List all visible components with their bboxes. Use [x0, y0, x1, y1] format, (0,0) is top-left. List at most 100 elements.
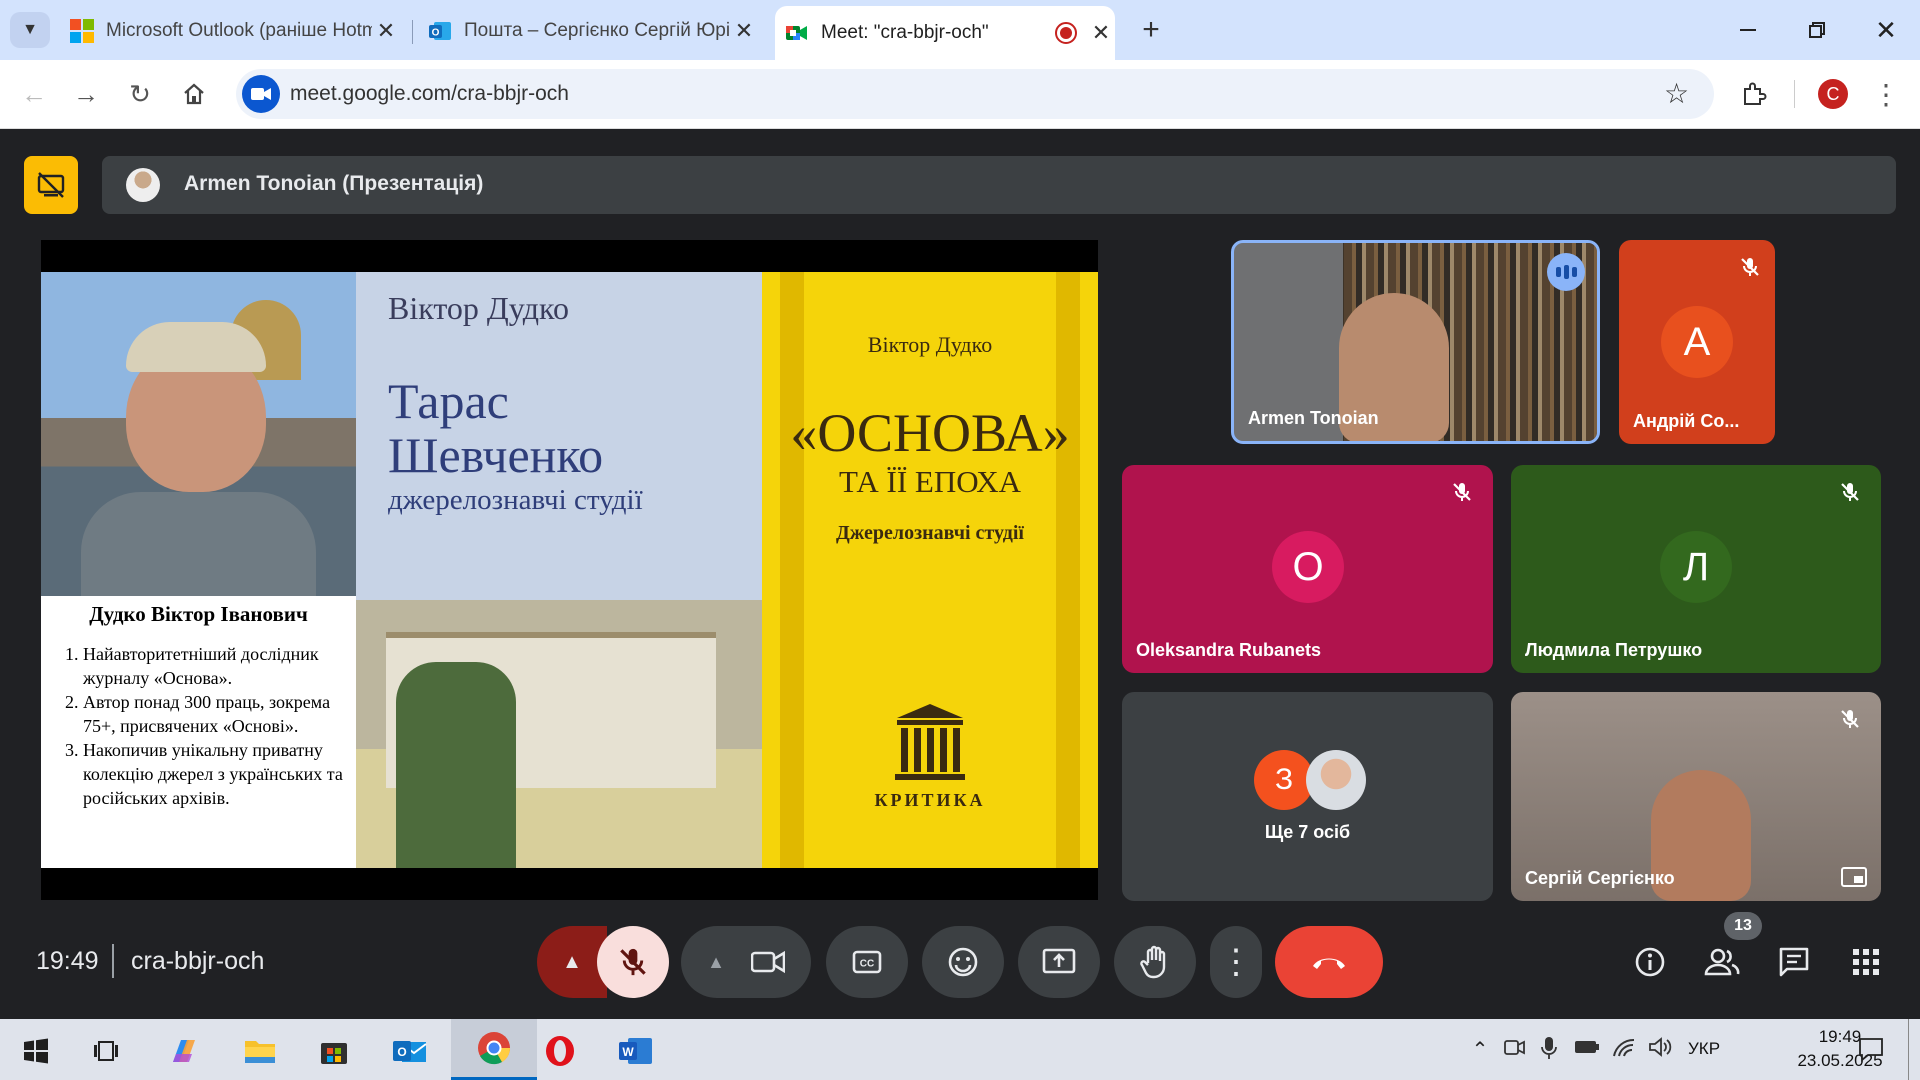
battery-icon[interactable]	[1574, 1039, 1600, 1059]
mic-toggle-button[interactable]	[597, 926, 669, 998]
reload-icon: ↻	[129, 78, 151, 109]
outlook-taskbar-button[interactable]: O	[388, 1029, 432, 1073]
outlook-icon: O	[428, 19, 452, 43]
tab-title: Пошта – Сергієнко Сергій Юрійович	[464, 20, 730, 41]
video-options-button[interactable]: ▲	[681, 926, 811, 998]
svg-text:O: O	[397, 1045, 406, 1059]
chevron-down-icon: ▼	[22, 21, 38, 38]
outlook-icon: O	[393, 1041, 427, 1062]
microphone-tray-icon[interactable]	[1540, 1036, 1562, 1062]
hang-up-icon	[1313, 958, 1345, 969]
meeting-time: 19:49	[36, 947, 99, 975]
opera-button[interactable]	[538, 1029, 582, 1073]
minimize-button[interactable]	[1728, 12, 1768, 48]
bio-panel: Дудко Віктор Іванович Найавторитетніший …	[41, 596, 356, 868]
tab-meet[interactable]: Meet: "cra-bbjr-och" ✕	[775, 6, 1115, 60]
meet-tray-icon[interactable]	[1504, 1037, 1528, 1061]
volume-icon[interactable]	[1648, 1036, 1674, 1062]
captions-button[interactable]: CC	[826, 926, 908, 998]
extensions-button[interactable]	[1736, 76, 1772, 112]
bio-item: Автор понад 300 праць, зокрема 75+, прис…	[83, 690, 353, 738]
book1-subtitle: джерелознавчі студії	[388, 484, 643, 516]
word-button[interactable]: W	[614, 1029, 658, 1073]
reload-button[interactable]: ↻	[122, 76, 158, 112]
restore-button[interactable]	[1797, 12, 1837, 48]
close-tab-icon[interactable]: ✕	[730, 18, 758, 44]
close-tab-icon[interactable]: ✕	[1087, 20, 1115, 46]
close-window-button[interactable]: ✕	[1866, 12, 1906, 48]
svg-text:CC: CC	[860, 959, 874, 970]
participant-tile-liudmyla[interactable]: Л Людмила Петрушко	[1511, 465, 1881, 673]
input-language[interactable]: УКР	[1688, 1039, 1720, 1059]
close-tab-icon[interactable]: ✕	[372, 18, 400, 44]
profile-avatar[interactable]: С	[1818, 79, 1848, 109]
chat-icon	[1779, 947, 1809, 977]
participant-tile-serhii[interactable]: Сергій Сергієнко	[1511, 692, 1881, 901]
apps-grid-icon	[1853, 949, 1879, 975]
info-icon	[1635, 947, 1665, 977]
book1-author: Віктор Дудко	[388, 290, 569, 326]
activities-button[interactable]	[1838, 934, 1894, 990]
participant-name: Андрій Со...	[1633, 411, 1740, 431]
participant-tile-oleksandra[interactable]: О Oleksandra Rubanets	[1122, 465, 1493, 673]
show-desktop-button[interactable]	[1908, 1019, 1909, 1080]
mic-off-icon	[1835, 477, 1865, 507]
participant-tile-andrii[interactable]: А Андрій Со...	[1619, 240, 1775, 444]
others-tile[interactable]: З Ще 7 осіб	[1122, 692, 1493, 901]
bio-list: Найавторитетніший дослідник журналу «Осн…	[49, 642, 353, 810]
present-button[interactable]	[1018, 926, 1100, 998]
leave-call-button[interactable]	[1275, 926, 1383, 998]
forward-button[interactable]: →	[68, 76, 104, 112]
folder-icon	[245, 1041, 275, 1063]
word-icon: W	[619, 1038, 652, 1064]
participant-avatar: А	[1661, 306, 1733, 378]
others-avatar: З	[1254, 750, 1314, 810]
hand-icon	[1140, 945, 1166, 979]
meet-icon	[785, 21, 809, 45]
painting-trees	[396, 662, 516, 868]
show-hidden-icons-button[interactable]: ⌃	[1466, 1035, 1494, 1063]
home-button[interactable]	[176, 76, 212, 112]
people-button[interactable]	[1694, 934, 1750, 990]
person-cap	[126, 322, 266, 372]
copilot-button[interactable]	[162, 1029, 206, 1073]
new-tab-button[interactable]: +	[1133, 12, 1169, 48]
recording-icon	[1055, 22, 1077, 44]
back-button[interactable]: ←	[16, 76, 52, 112]
tab-search-button[interactable]: ▼	[10, 12, 50, 48]
store-button[interactable]	[312, 1029, 356, 1073]
chat-button[interactable]	[1766, 934, 1822, 990]
raise-hand-button[interactable]	[1114, 926, 1196, 998]
notifications-button[interactable]	[1858, 1036, 1886, 1064]
browser-toolbar: ← → ↻ meet.google.com/cra-bbjr-och ☆ С ⋮	[0, 60, 1920, 129]
tab-title: Meet: "cra-bbjr-och"	[821, 22, 989, 43]
network-icon[interactable]	[1612, 1036, 1638, 1062]
start-button[interactable]	[14, 1029, 58, 1073]
tab-mail[interactable]: O Пошта – Сергієнко Сергій Юрійович ✕	[428, 8, 758, 54]
more-vertical-icon: ⋮	[1872, 78, 1900, 110]
meeting-details-button[interactable]	[1622, 934, 1678, 990]
chrome-taskbar-button[interactable]	[451, 1019, 537, 1080]
mic-off-icon	[620, 948, 646, 976]
stop-presenting-button[interactable]	[24, 156, 78, 214]
meeting-code: cra-bbjr-och	[131, 947, 265, 975]
store-icon	[321, 1043, 347, 1064]
menu-button[interactable]: ⋮	[1868, 76, 1904, 112]
book2-title2: ТА ЇЇ ЕПОХА	[839, 464, 1021, 499]
address-bar[interactable]: meet.google.com/cra-bbjr-och ☆	[236, 69, 1714, 119]
chrome-icon	[478, 1032, 511, 1065]
mic-off-icon	[1735, 252, 1765, 282]
picture-in-picture-icon[interactable]	[1841, 867, 1871, 891]
reactions-button[interactable]	[922, 926, 1004, 998]
slide: Дудко Віктор Іванович Найавторитетніший …	[41, 272, 1098, 868]
others-photo-avatar	[1306, 750, 1366, 810]
tab-outlook[interactable]: Microsoft Outlook (раніше Hotmail) ✕	[70, 8, 400, 54]
more-options-button[interactable]: ⋮	[1210, 926, 1262, 998]
site-info-icon[interactable]	[242, 75, 280, 113]
bookmark-star-icon[interactable]: ☆	[1664, 77, 1689, 110]
file-explorer-button[interactable]	[238, 1029, 282, 1073]
captions-icon: CC	[852, 950, 882, 974]
task-view-button[interactable]	[84, 1029, 128, 1073]
participant-tile-armen[interactable]: Armen Tonoian	[1231, 240, 1600, 444]
book2-publisher: КРИТИКА	[874, 790, 986, 810]
